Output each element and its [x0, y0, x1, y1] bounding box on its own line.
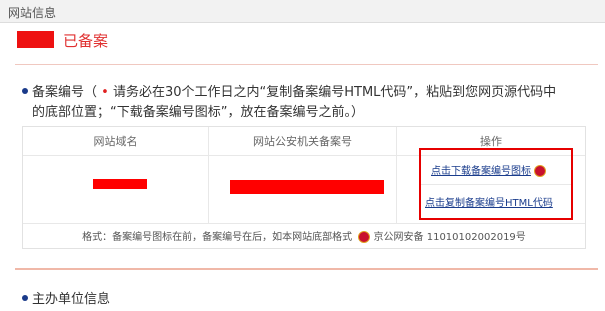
copy-html-code-link[interactable]: 点击复制备案编号HTML代码	[425, 194, 553, 209]
record-notice-line1: 备案编号（ • 请务必在30个工作日之内“复制备案编号HTML代码”，粘贴到您网…	[32, 81, 556, 100]
column-divider	[396, 127, 397, 223]
download-icon-link[interactable]: 点击下载备案编号图标	[431, 162, 546, 177]
bullet-icon	[22, 295, 28, 301]
column-divider	[208, 127, 209, 223]
column-header-domain: 网站域名	[93, 135, 138, 148]
redacted-domain	[93, 179, 147, 189]
redacted-mark	[17, 31, 54, 48]
organizer-section-title: 主办单位信息	[32, 292, 111, 307]
window-header: 网站信息	[0, 0, 605, 23]
header-title: 网站信息	[8, 6, 57, 20]
record-section-title: 备案编号（	[32, 85, 98, 100]
police-emblem-icon	[534, 165, 546, 177]
column-header-actions: 操作	[480, 135, 502, 148]
format-note-text: 格式：备案编号图标在前，备案编号在后，如本网站底部格式	[82, 232, 353, 243]
record-status: 已备案	[63, 32, 109, 50]
divider	[15, 64, 598, 65]
format-note: 格式：备案编号图标在前，备案编号在后，如本网站底部格式 京公网安备 110101…	[23, 228, 585, 243]
format-note-example: 京公网安备 11010102002019号	[373, 232, 526, 243]
police-emblem-icon	[358, 231, 371, 243]
bullet-icon	[22, 88, 28, 94]
row-divider	[23, 223, 585, 224]
required-dot-icon: •	[101, 85, 109, 100]
redacted-record-number	[230, 180, 384, 194]
row-divider	[421, 184, 571, 185]
record-notice-line2: 的底部位置；“下载备案编号图标”，放在备案编号之前。）	[32, 105, 364, 120]
download-icon-label: 点击下载备案编号图标	[431, 166, 531, 177]
actions-highlight-box: 点击下载备案编号图标 点击复制备案编号HTML代码	[419, 148, 573, 220]
record-notice-text: 请务必在30个工作日之内“复制备案编号HTML代码”，粘贴到您网页源代码中	[112, 85, 557, 100]
column-header-record-number: 网站公安机关备案号	[253, 135, 352, 148]
record-table: 网站域名 网站公安机关备案号 操作 点击下载备案编号图标 点击复制备案编号HTM…	[22, 126, 586, 249]
divider	[15, 268, 598, 270]
